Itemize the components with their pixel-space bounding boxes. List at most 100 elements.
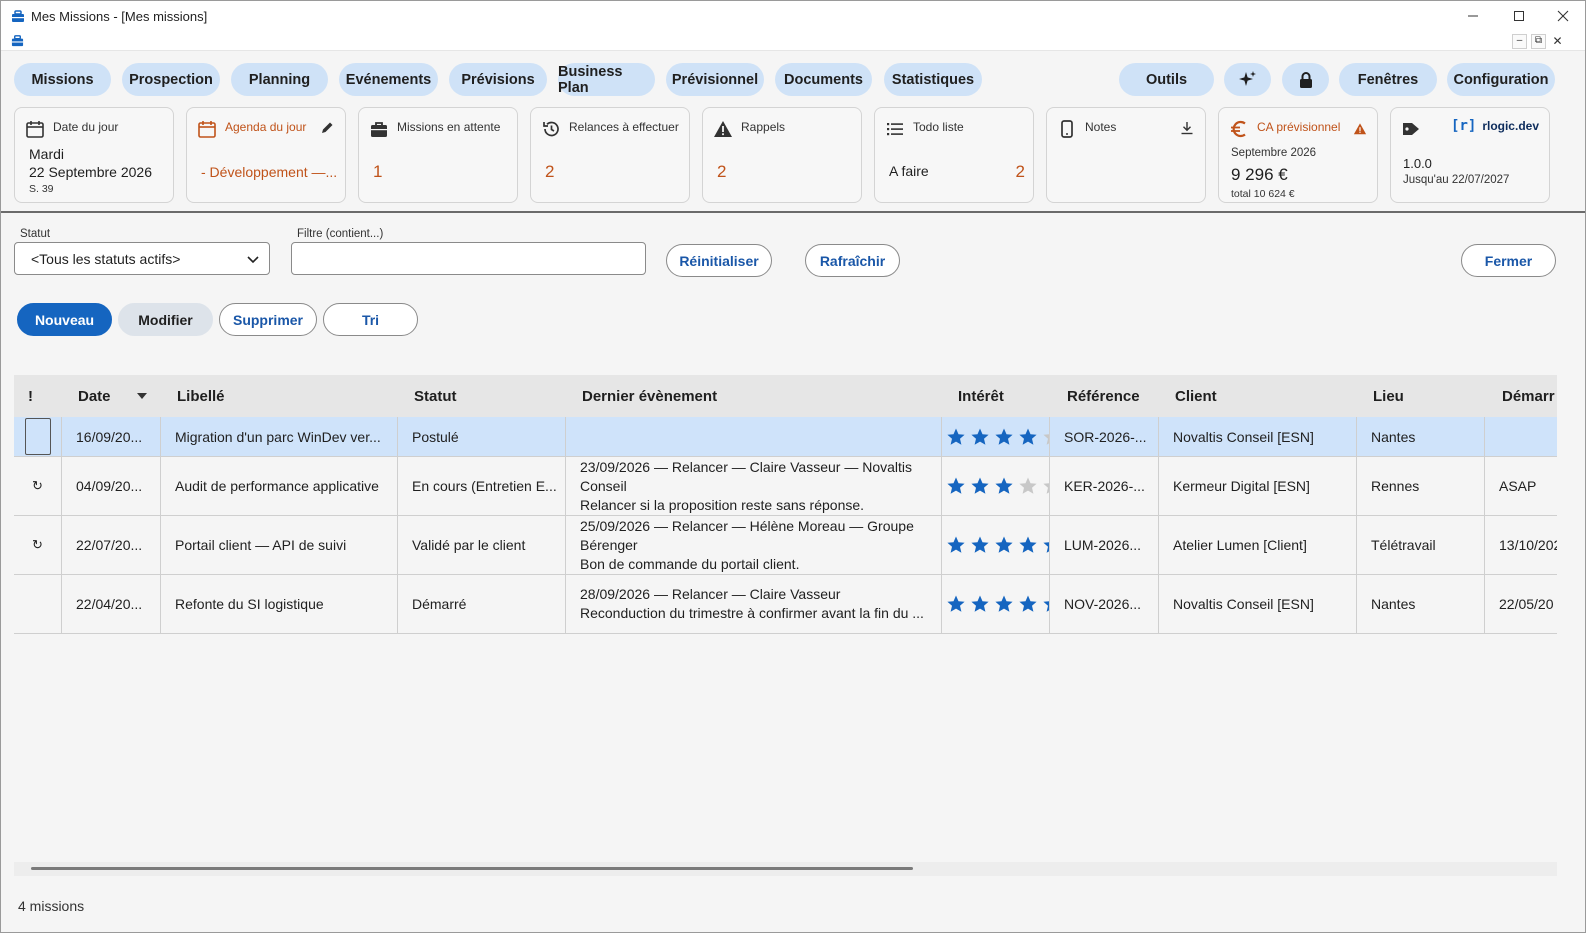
cell-dernier-evenement: 23/09/2026 — Relancer — Claire Vasseur —… (566, 457, 942, 515)
menu-fenetres[interactable]: Fenêtres (1339, 63, 1437, 96)
cell-reference-text: LUM-2026... (1064, 537, 1142, 553)
minimize-button[interactable] (1451, 1, 1495, 31)
lock-button[interactable] (1282, 63, 1329, 96)
close-button[interactable]: Fermer (1461, 244, 1556, 277)
cell-reference-text: NOV-2026... (1064, 596, 1142, 612)
card-notes[interactable]: Notes (1046, 107, 1206, 203)
assistant-button[interactable] (1224, 63, 1271, 96)
cell-demarrage: 22/05/20 (1485, 575, 1557, 633)
card-rappels-value: 2 (717, 162, 727, 181)
mdi-minimize-button[interactable]: – (1512, 34, 1527, 49)
card-todo-label: A faire (889, 163, 929, 179)
download-icon[interactable] (1179, 120, 1195, 136)
table-row[interactable]: ↻ 04/09/20... Audit de performance applica… (14, 457, 1557, 516)
menu-planning[interactable]: Planning (231, 63, 328, 96)
cell-lieu-text: Télétravail (1371, 537, 1436, 553)
star-icon (995, 536, 1013, 553)
col-dernier-evenement[interactable]: Dernier évènement (582, 375, 717, 417)
maximize-button[interactable] (1497, 1, 1541, 31)
cell-flag (14, 575, 62, 633)
col-flag[interactable]: ! (28, 375, 33, 417)
menu-statistiques[interactable]: Statistiques (884, 63, 982, 96)
col-interet[interactable]: Intérêt (958, 375, 1004, 417)
col-date[interactable]: Date (78, 375, 111, 417)
mdi-bar: – ⧉ ✕ (1, 31, 1585, 51)
col-reference[interactable]: Référence (1067, 375, 1140, 417)
table-row[interactable]: 22/04/20... Refonte du SI logistique Démar… (14, 575, 1557, 634)
col-libelle[interactable]: Libellé (177, 375, 225, 417)
mdi-restore-button[interactable]: ⧉ (1531, 34, 1546, 49)
tag-icon (1403, 123, 1419, 135)
toolbox-icon (11, 35, 24, 47)
cell-statut-text: Démarré (412, 596, 467, 612)
card-ca-total: total 10 624 € (1231, 188, 1295, 200)
card-rappels-title: Rappels (741, 120, 786, 134)
main-window: Mes Missions - [Mes missions] – ⧉ ✕ Miss… (0, 0, 1586, 933)
edit-button[interactable]: Modifier (118, 303, 213, 336)
rating-stars (942, 476, 1049, 496)
menu-documents[interactable]: Documents (775, 63, 872, 96)
text-filter-input[interactable] (291, 242, 646, 275)
cell-dernier-evenement-text: 25/09/2026 — Relancer — Hélène Moreau — … (580, 517, 914, 572)
menu-evenements[interactable]: Evénements (339, 63, 438, 96)
cell-reference: LUM-2026... (1050, 516, 1159, 574)
card-rappels[interactable]: Rappels 2 (702, 107, 862, 203)
col-lieu[interactable]: Lieu (1373, 375, 1404, 417)
close-window-button[interactable] (1541, 1, 1585, 31)
menu-outils[interactable]: Outils (1119, 63, 1214, 96)
card-todo[interactable]: Todo liste A faire 2 (874, 107, 1034, 203)
refresh-button[interactable]: Rafraîchir (805, 244, 900, 277)
cell-libelle-text: Portail client — API de suivi (175, 537, 347, 553)
menu-previsionnel[interactable]: Prévisionnel (666, 63, 764, 96)
sort-button[interactable]: Tri (323, 303, 418, 336)
card-agenda[interactable]: Agenda du jour - Développement —... (186, 107, 346, 203)
menu-previsions[interactable]: Prévisions (449, 63, 547, 96)
cell-libelle: Audit de performance applicative (161, 457, 398, 515)
cell-lieu-text: Rennes (1371, 478, 1420, 494)
status-filter-label: Statut (20, 228, 51, 240)
col-client[interactable]: Client (1175, 375, 1217, 417)
menu-missions[interactable]: Missions (14, 63, 111, 96)
calendar-icon (198, 121, 216, 138)
status-select-value: <Tous les statuts actifs> (31, 251, 181, 267)
pencil-icon[interactable] (319, 120, 335, 136)
reset-button[interactable]: Réinitialiser (666, 244, 772, 277)
delete-button[interactable]: Supprimer (219, 303, 317, 336)
status-select[interactable]: <Tous les statuts actifs> (14, 242, 270, 275)
card-relances[interactable]: Relances à effectuer 2 (530, 107, 690, 203)
mdi-close-button[interactable]: ✕ (1550, 34, 1565, 49)
new-button[interactable]: Nouveau (17, 303, 112, 336)
cell-reference-text: KER-2026-... (1064, 478, 1145, 494)
rating-stars (942, 594, 1049, 614)
cell-date-text: 22/07/20... (76, 537, 143, 553)
cell-flag: ↻ (14, 457, 62, 515)
table-row[interactable]: 16/09/20... Migration d'un parc WinDev ve… (14, 417, 1557, 457)
card-ca-previsionnel[interactable]: CA prévisionnel Septembre 2026 9 296 € t… (1218, 107, 1378, 203)
cell-date-text: 04/09/20... (76, 478, 143, 494)
cell-flag: ↻ (14, 516, 62, 574)
scrollbar-thumb[interactable] (31, 867, 913, 870)
cell-dernier-evenement (566, 417, 942, 456)
menu-prospection[interactable]: Prospection (122, 63, 220, 96)
col-demarrage[interactable]: Démarr (1502, 375, 1555, 417)
card-date: Date du jour Mardi 22 Septembre 2026 S. … (14, 107, 174, 203)
star-icon (947, 595, 965, 612)
star-icon (1019, 477, 1037, 494)
card-missions-en-attente[interactable]: Missions en attente 1 (358, 107, 518, 203)
star-icon (995, 477, 1013, 494)
history-icon (543, 121, 559, 137)
menu-configuration[interactable]: Configuration (1447, 63, 1555, 96)
cell-statut: Démarré (398, 575, 566, 633)
status-bar-count: 4 missions (18, 898, 85, 914)
table-row[interactable]: ↻ 22/07/20... Portail client — API de suiv… (14, 516, 1557, 575)
cell-interet (942, 457, 1050, 515)
calendar-icon (26, 121, 44, 138)
cell-statut: Validé par le client (398, 516, 566, 574)
star-icon (971, 595, 989, 612)
cell-libelle-text: Migration d'un parc WinDev ver... (175, 428, 381, 445)
star-icon (1019, 595, 1037, 612)
col-statut[interactable]: Statut (414, 375, 457, 417)
card-date-title: Date du jour (53, 120, 119, 134)
menu-business-plan[interactable]: Business Plan (558, 63, 655, 96)
star-icon (971, 428, 989, 445)
